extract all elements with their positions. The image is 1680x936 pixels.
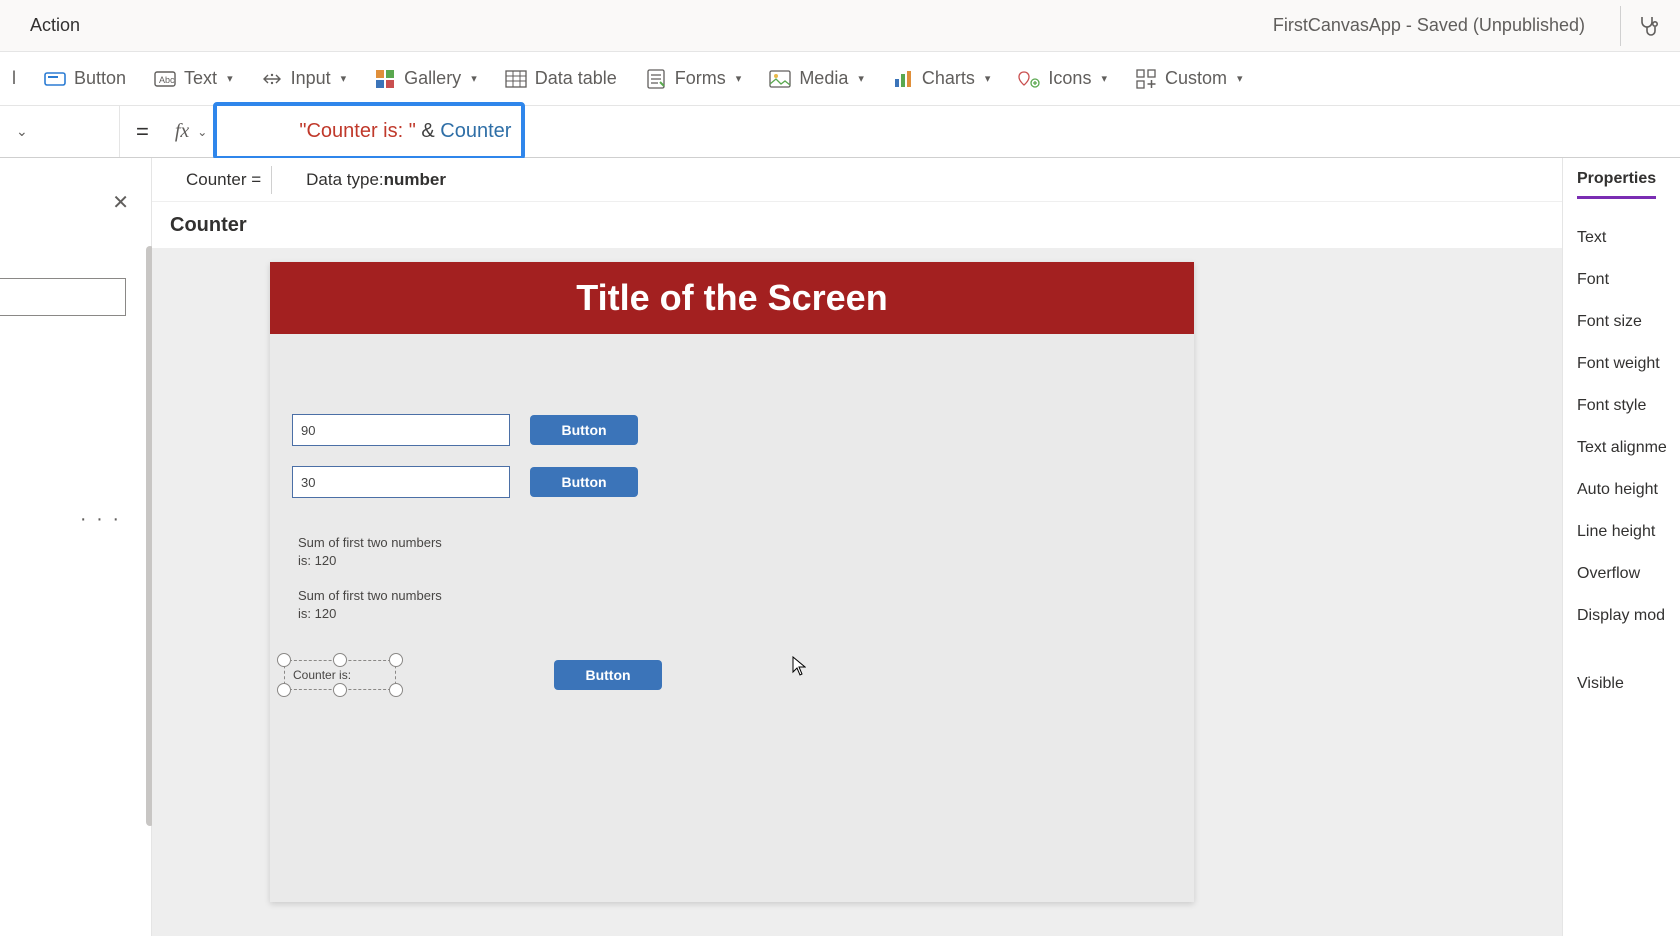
breadcrumb[interactable]: Counter	[152, 202, 1562, 248]
formula-bar: ⌄ = fx ⌄ "Counter is: " & Counter	[0, 106, 1680, 158]
button-3[interactable]: Button	[554, 660, 662, 690]
fx-icon: fx	[175, 120, 189, 143]
chevron-down-icon: ▾	[341, 72, 347, 85]
gallery-icon	[374, 68, 396, 90]
canvas-area: Counter = Data type: number Counter Titl…	[152, 158, 1562, 936]
selected-label-control[interactable]: Counter is:	[284, 660, 396, 690]
app-save-status: FirstCanvasApp - Saved (Unpublished)	[1273, 15, 1585, 36]
text-input-1[interactable]	[292, 414, 510, 446]
formula-variable: Counter	[440, 120, 511, 142]
resize-handle[interactable]	[277, 683, 291, 697]
ribbon-item-charts[interactable]: Charts▾	[892, 68, 991, 90]
resize-handle[interactable]	[389, 653, 403, 667]
prop-font-size[interactable]: Font size	[1577, 301, 1680, 343]
ribbon-item-custom[interactable]: Custom▾	[1135, 68, 1243, 90]
chevron-down-icon: ▾	[471, 72, 477, 85]
text-input-2[interactable]	[292, 466, 510, 498]
chevron-down-icon: ▾	[736, 72, 742, 85]
chevron-down-icon: ▾	[1237, 72, 1243, 85]
properties-panel: Properties Text Font Font size Font weig…	[1562, 158, 1680, 936]
button-icon	[44, 68, 66, 90]
prop-text[interactable]: Text	[1577, 217, 1680, 259]
chevron-down-icon: ⌄	[16, 123, 28, 140]
prop-font[interactable]: Font	[1577, 259, 1680, 301]
forms-icon	[645, 68, 667, 90]
button-1[interactable]: Button	[530, 415, 638, 445]
custom-icon	[1135, 68, 1157, 90]
fx-button[interactable]: fx ⌄	[165, 106, 218, 157]
chevron-down-icon: ⌄	[197, 125, 207, 139]
formula-operator: &	[416, 120, 440, 142]
prop-visible[interactable]: Visible	[1577, 663, 1680, 705]
intellisense-type: Data type: number	[296, 166, 456, 194]
prop-overflow[interactable]: Overflow	[1577, 553, 1680, 595]
ribbon-item-text[interactable]: Abc Text▾	[154, 68, 233, 90]
canvas-stage[interactable]: Title of the Screen Button Button Sum of…	[270, 262, 1194, 902]
prop-auto-height[interactable]: Auto height	[1577, 469, 1680, 511]
chevron-down-icon: ▾	[858, 72, 864, 85]
chevron-down-icon: ▾	[985, 72, 991, 85]
prop-font-style[interactable]: Font style	[1577, 385, 1680, 427]
intellisense-bar: Counter = Data type: number	[152, 158, 1562, 202]
input-icon	[261, 68, 283, 90]
ribbon-item-icons[interactable]: Icons▾	[1018, 68, 1107, 90]
svg-text:Abc: Abc	[159, 75, 175, 85]
formula-input[interactable]: "Counter is: " & Counter	[217, 106, 1680, 157]
ribbon-item-media[interactable]: Media▾	[769, 68, 864, 90]
sum-label-1: Sum of first two numbers is: 120	[298, 534, 448, 569]
more-options-icon[interactable]: · · ·	[80, 508, 121, 531]
formula-string-literal: "Counter is: "	[299, 120, 415, 142]
ribbon-item-data-table[interactable]: Data table	[505, 68, 617, 90]
equals-sign: =	[120, 119, 165, 145]
ribbon-item-label-partial[interactable]: l	[12, 68, 16, 89]
selected-label-text: Counter is:	[293, 668, 351, 682]
ribbon-item-input[interactable]: Input▾	[261, 68, 347, 90]
screen-title-label: Title of the Screen	[270, 262, 1194, 334]
app-checker-icon[interactable]	[1636, 14, 1660, 38]
button-2[interactable]: Button	[530, 467, 638, 497]
prop-line-height[interactable]: Line height	[1577, 511, 1680, 553]
prop-text-alignment[interactable]: Text alignme	[1577, 427, 1680, 469]
charts-icon	[892, 68, 914, 90]
tree-view-panel: ✕ · · ·	[0, 158, 152, 936]
prop-font-weight[interactable]: Font weight	[1577, 343, 1680, 385]
intellisense-var: Counter =	[176, 166, 272, 194]
ribbon-item-gallery[interactable]: Gallery▾	[374, 68, 477, 90]
chevron-down-icon: ▾	[1101, 72, 1107, 85]
title-bar: Action FirstCanvasApp - Saved (Unpublish…	[0, 0, 1680, 52]
close-icon[interactable]: ✕	[112, 190, 129, 215]
tree-search-input[interactable]	[0, 278, 126, 316]
prop-display-mode[interactable]: Display mod	[1577, 595, 1680, 637]
property-selector[interactable]: ⌄	[0, 106, 120, 157]
chevron-down-icon: ▾	[227, 72, 233, 85]
resize-handle[interactable]	[389, 683, 403, 697]
resize-handle[interactable]	[333, 683, 347, 697]
ribbon-tab-action[interactable]: Action	[30, 15, 80, 36]
ribbon-item-button[interactable]: Button	[44, 68, 126, 90]
media-icon	[769, 68, 791, 90]
ribbon-item-forms[interactable]: Forms▾	[645, 68, 742, 90]
sum-label-2: Sum of first two numbers is: 120	[298, 587, 448, 622]
icons-icon	[1018, 68, 1040, 90]
data-table-icon	[505, 68, 527, 90]
properties-tab[interactable]: Properties	[1577, 170, 1656, 199]
text-icon: Abc	[154, 68, 176, 90]
